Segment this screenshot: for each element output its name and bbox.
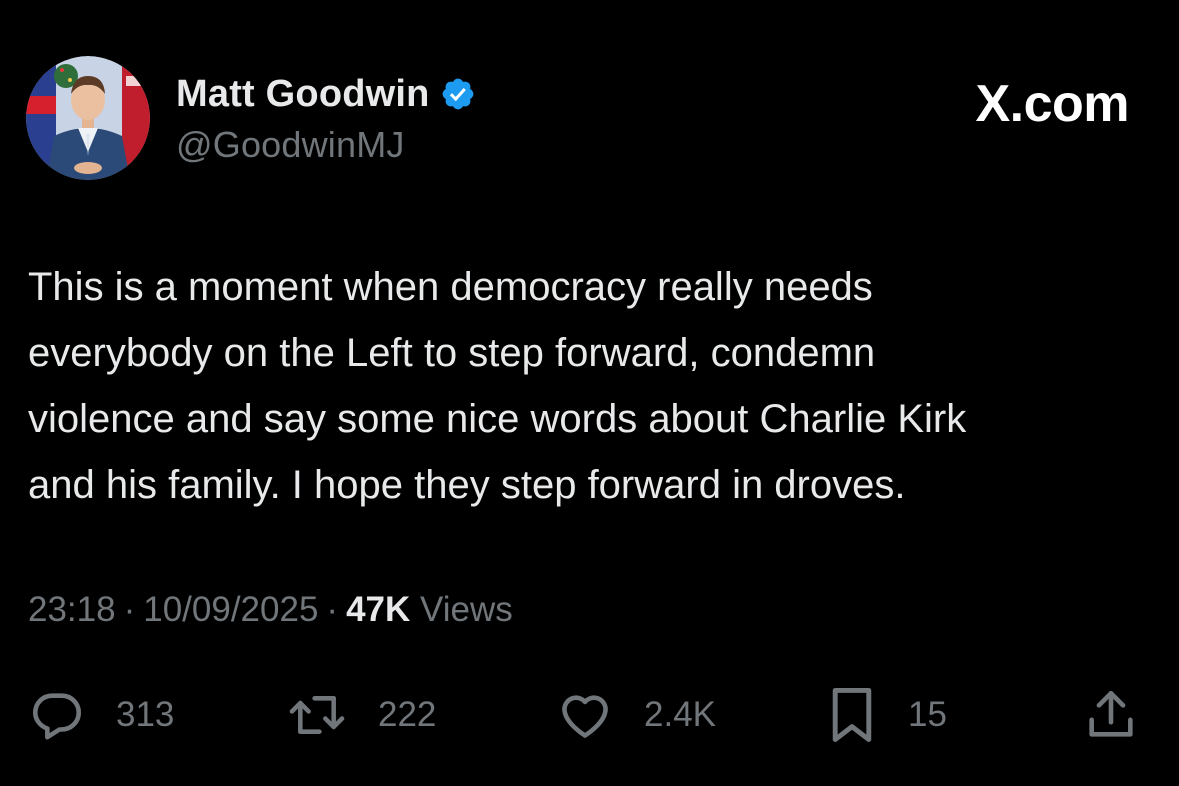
share-button[interactable] bbox=[1082, 680, 1140, 750]
tweet-line: This is a moment when democracy really n… bbox=[28, 265, 873, 309]
heart-icon bbox=[562, 695, 608, 738]
like-count: 2.4K bbox=[644, 695, 716, 734]
reply-count: 313 bbox=[116, 695, 175, 734]
meta-separator: · bbox=[326, 590, 339, 629]
tweet-time[interactable]: 23:18 bbox=[28, 590, 116, 629]
action-bar: 313 222 2.4K 15 bbox=[0, 680, 1179, 750]
tweet-meta: 23:18 · 10/09/2025 · 47K Views bbox=[28, 590, 513, 630]
tweet-text: This is a moment when democracy really n… bbox=[28, 254, 1158, 518]
bookmark-count: 15 bbox=[908, 695, 947, 734]
reply-icon bbox=[32, 693, 82, 740]
bookmark-button[interactable]: 15 bbox=[826, 680, 947, 750]
author-display-name[interactable]: Matt Goodwin bbox=[176, 72, 476, 116]
avatar[interactable] bbox=[26, 56, 150, 180]
tweet-line: everybody on the Left to step forward, c… bbox=[28, 331, 876, 375]
repost-button[interactable]: 222 bbox=[286, 680, 436, 750]
brand-label: X.com bbox=[975, 75, 1129, 133]
bookmark-icon bbox=[832, 688, 872, 742]
tweet-line: violence and say some nice words about C… bbox=[28, 397, 967, 441]
repost-count: 222 bbox=[378, 695, 437, 734]
tweet-line: and his family. I hope they step forward… bbox=[28, 463, 906, 507]
display-name-text: Matt Goodwin bbox=[176, 72, 430, 115]
views-count: 47K bbox=[346, 590, 411, 629]
repost-icon bbox=[289, 696, 345, 734]
avatar-photo bbox=[26, 56, 150, 180]
meta-separator: · bbox=[123, 590, 136, 629]
share-icon bbox=[1089, 690, 1133, 737]
tweet-date[interactable]: 10/09/2025 bbox=[143, 590, 318, 629]
like-button[interactable]: 2.4K bbox=[556, 680, 716, 750]
views-label: Views bbox=[420, 590, 513, 629]
verified-badge-icon bbox=[442, 78, 473, 110]
author-handle[interactable]: @GoodwinMJ bbox=[176, 124, 405, 166]
reply-button[interactable]: 313 bbox=[28, 680, 174, 750]
